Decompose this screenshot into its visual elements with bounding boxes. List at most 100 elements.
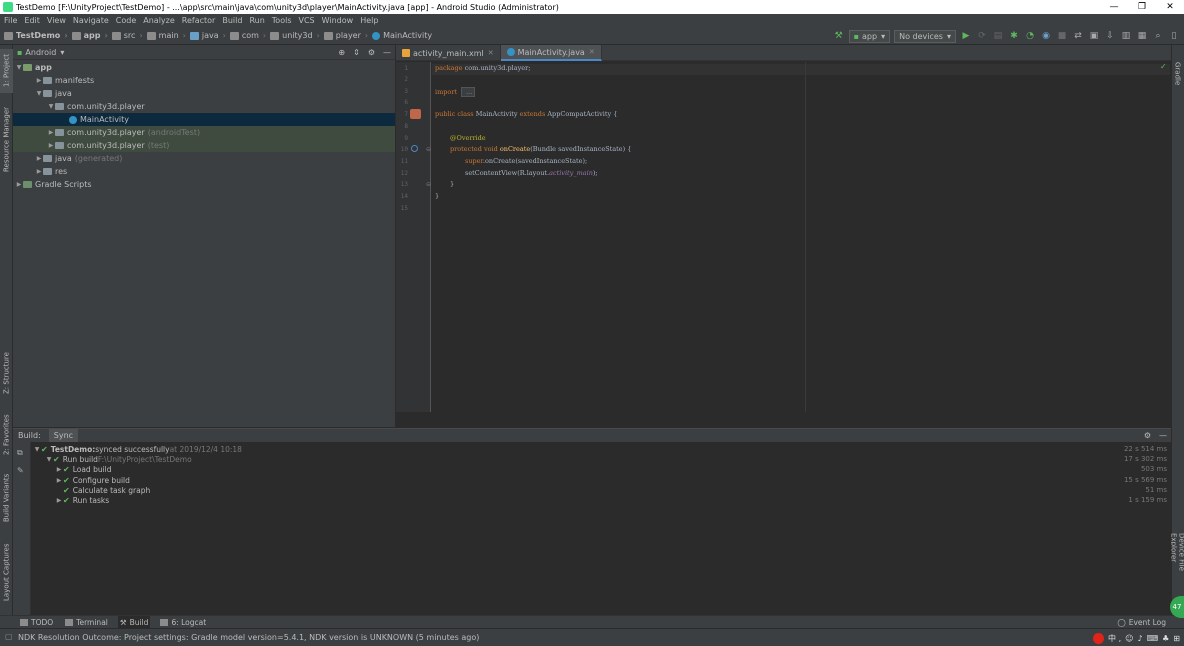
gear-icon[interactable]: ⚙	[368, 48, 375, 57]
build-row-load-build[interactable]: ▶ ✔ Load build 503 ms	[31, 464, 1171, 474]
code-editor[interactable]: package com.unity3d.player; import ... p…	[432, 62, 1170, 412]
grid-icon[interactable]: ⊞	[1173, 634, 1180, 643]
collapse-all-icon[interactable]: ⇕	[353, 48, 360, 57]
minimize-button[interactable]: —	[1100, 0, 1128, 14]
hide-icon[interactable]: —	[1159, 431, 1167, 440]
menu-tools[interactable]: Tools	[272, 16, 292, 25]
menu-file[interactable]: File	[4, 16, 17, 25]
device-select[interactable]: No devices ▾	[894, 29, 956, 43]
tree-item-java[interactable]: ▼ java	[13, 87, 395, 100]
sync-gradle-icon[interactable]: ⇄	[1072, 30, 1084, 42]
menu-refactor[interactable]: Refactor	[182, 16, 216, 25]
fold-icon[interactable]: ⊖	[426, 146, 431, 153]
tool-tab-todo[interactable]: TODO	[18, 616, 55, 629]
build-row-sync[interactable]: ▼ ✔ TestDemo: synced successfully at 2019/…	[31, 444, 1171, 454]
menu-build[interactable]: Build	[222, 16, 242, 25]
tool-tab-gradle[interactable]: Gradle	[1171, 59, 1184, 89]
project-view-select[interactable]: ▪ Android ▾	[17, 48, 64, 57]
build-row-run-build[interactable]: ▼ ✔ Run build F:\UnityProject\TestDemo 17 s…	[31, 454, 1171, 464]
project-structure-icon[interactable]: ▦	[1136, 30, 1148, 42]
emoji-icon[interactable]: ☺	[1125, 634, 1133, 643]
make-project-icon[interactable]: ⚒	[833, 30, 845, 42]
close-icon[interactable]: ✕	[589, 48, 595, 56]
keyboard-icon[interactable]: ⌨	[1147, 634, 1159, 643]
breadcrumb-mainactivity[interactable]: MainActivity	[372, 31, 432, 40]
build-row-configure-build[interactable]: ▶ ✔ Configure build 15 s 569 ms	[31, 475, 1171, 485]
tool-tab-terminal[interactable]: Terminal	[63, 616, 110, 629]
tab-activity-main-xml[interactable]: activity_main.xml ✕	[396, 45, 501, 61]
gear-icon[interactable]: ⚙	[1144, 431, 1151, 440]
profile-icon[interactable]: ◔	[1024, 30, 1036, 42]
tab-mainactivity-java[interactable]: MainActivity.java ✕	[500, 45, 602, 61]
menu-view[interactable]: View	[47, 16, 66, 25]
run-icon[interactable]: ▶	[960, 30, 972, 42]
close-icon[interactable]: ✕	[488, 49, 494, 57]
tool-tab-layout-captures[interactable]: Layout Captures	[0, 539, 13, 605]
close-button[interactable]: ✕	[1156, 0, 1184, 14]
maximize-button[interactable]: ❐	[1128, 0, 1156, 14]
tree-item-package-test[interactable]: ▶ com.unity3d.player (test)	[13, 139, 395, 152]
tool-tab-build-variants[interactable]: Build Variants	[0, 469, 13, 527]
tree-item-res[interactable]: ▶ res	[13, 165, 395, 178]
shirt-icon[interactable]: ♣	[1162, 634, 1169, 643]
tool-tab-device-file-explorer[interactable]: Device File Explorer	[1170, 533, 1184, 595]
breadcrumb-unity3d[interactable]: unity3d ›	[270, 31, 320, 40]
menu-analyze[interactable]: Analyze	[143, 16, 175, 25]
breadcrumb-project[interactable]: TestDemo ›	[4, 31, 68, 40]
tool-tab-logcat[interactable]: 6: Logcat	[158, 616, 208, 629]
input-method-icon[interactable]	[1093, 632, 1105, 644]
breadcrumb-app[interactable]: app ›	[71, 31, 108, 40]
breadcrumb-java[interactable]: java ›	[189, 31, 226, 40]
sidebar-toggle-icon[interactable]: ▯	[1168, 30, 1180, 42]
menu-navigate[interactable]: Navigate	[73, 16, 109, 25]
breadcrumb-src[interactable]: src ›	[111, 31, 143, 40]
tab-sync[interactable]: Sync	[48, 429, 79, 442]
menu-vcs[interactable]: VCS	[299, 16, 315, 25]
menu-code[interactable]: Code	[116, 16, 136, 25]
apply-code-changes-icon[interactable]: ▤	[992, 30, 1004, 42]
tree-item-gradle-scripts[interactable]: ▶ Gradle Scripts	[13, 178, 395, 191]
tool-tab-structure[interactable]: Z: Structure	[0, 345, 13, 401]
tool-tab-event-log[interactable]: ◯ Event Log	[1115, 616, 1168, 629]
fold-icon[interactable]: ⊖	[426, 181, 431, 188]
sdk-manager-icon[interactable]: ⇩	[1104, 30, 1116, 42]
status-message[interactable]: NDK Resolution Outcome: Project settings…	[18, 633, 479, 642]
menu-run[interactable]: Run	[249, 16, 264, 25]
microphone-icon[interactable]: ♪	[1137, 634, 1142, 643]
breadcrumb-com[interactable]: com ›	[229, 31, 266, 40]
menu-window[interactable]: Window	[322, 16, 354, 25]
run-config-select[interactable]: ▪ app ▾	[848, 29, 891, 43]
build-row-run-tasks[interactable]: ▶ ✔ Run tasks 1 s 159 ms	[31, 495, 1171, 505]
tool-tab-build[interactable]: ⚒ Build	[117, 615, 151, 629]
tool-tab-resource-manager[interactable]: Resource Manager	[0, 103, 13, 175]
tree-item-app[interactable]: ▼ app	[13, 61, 395, 74]
stop-icon[interactable]: ■	[1056, 30, 1068, 42]
menu-help[interactable]: Help	[360, 16, 378, 25]
tree-item-manifests[interactable]: ▶ manifests	[13, 74, 395, 87]
tree-item-package[interactable]: ▼ com.unity3d.player	[13, 100, 395, 113]
locate-icon[interactable]: ⊕	[338, 48, 345, 57]
attach-debugger-icon[interactable]: ◉	[1040, 30, 1052, 42]
rerun-icon[interactable]: ⧉	[17, 448, 23, 458]
hide-icon[interactable]: —	[383, 48, 391, 57]
breadcrumb-player[interactable]: player ›	[323, 31, 368, 40]
status-toggle-icon[interactable]: ▢	[5, 632, 13, 641]
override-method-icon[interactable]	[411, 145, 418, 152]
tool-tab-project[interactable]: 1: Project	[0, 49, 13, 93]
menu-edit[interactable]: Edit	[24, 16, 40, 25]
android-activity-icon[interactable]	[410, 109, 421, 119]
build-row-calculate-task-graph[interactable]: ✔ Calculate task graph 51 ms	[31, 485, 1171, 495]
folded-imports[interactable]: ...	[461, 87, 476, 97]
apply-changes-icon[interactable]: ⟳	[976, 30, 988, 42]
tree-item-package-androidtest[interactable]: ▶ com.unity3d.player (androidTest)	[13, 126, 395, 139]
debug-icon[interactable]: ✱	[1008, 30, 1020, 42]
avd-manager-icon[interactable]: ▣	[1088, 30, 1100, 42]
tree-item-java-generated[interactable]: ▶ java (generated)	[13, 152, 395, 165]
search-icon[interactable]: ⌕	[1152, 30, 1164, 42]
pin-icon[interactable]: ✎	[17, 466, 24, 475]
tool-tab-favorites[interactable]: 2: Favorites	[0, 409, 13, 461]
layout-inspector-icon[interactable]: ▥	[1120, 30, 1132, 42]
tree-item-mainactivity[interactable]: MainActivity	[13, 113, 395, 126]
breadcrumb-main[interactable]: main ›	[146, 31, 186, 40]
inspection-ok-icon[interactable]: ✓	[1160, 62, 1167, 71]
